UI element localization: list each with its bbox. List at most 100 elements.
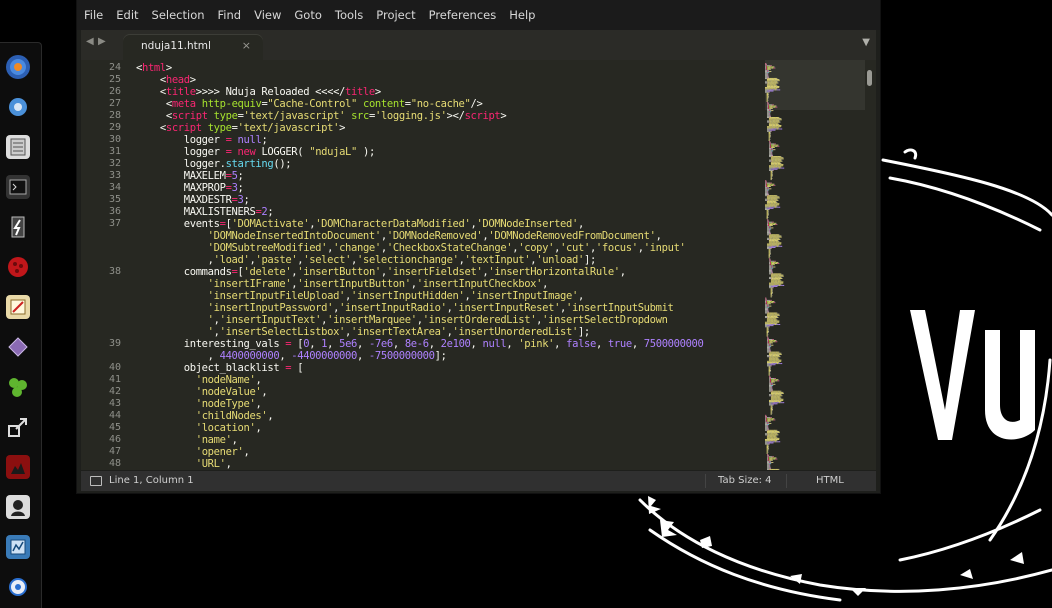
- code-line[interactable]: 'DOMNodeInsertedIntoDocument', 'DOMNodeRe…: [136, 230, 756, 242]
- minimap-viewport[interactable]: [765, 60, 865, 110]
- tab-nduja11-html[interactable]: nduja11.html ×: [123, 34, 263, 60]
- menu-project[interactable]: Project: [376, 8, 415, 22]
- code-line[interactable]: , 4400000000, -4400000000, -7500000000];: [136, 350, 756, 362]
- minimap[interactable]: [765, 60, 865, 470]
- molecule-icon[interactable]: [6, 375, 30, 399]
- code-line[interactable]: MAXPROP=3;: [136, 182, 756, 194]
- code-line[interactable]: object_blacklist = [: [136, 362, 756, 374]
- code-line[interactable]: <title>>>> Nduja Reloaded <<<</title>: [136, 86, 756, 98]
- terminal-icon[interactable]: [6, 175, 30, 199]
- browser-icon[interactable]: [6, 55, 30, 79]
- chart-app-icon[interactable]: [6, 535, 30, 559]
- code-token: 'insertOrderedList': [422, 314, 537, 326]
- bug-icon[interactable]: [6, 255, 30, 279]
- code-line[interactable]: 'insertInputFileUpload','insertInputHidd…: [136, 290, 756, 302]
- menu-goto[interactable]: Goto: [294, 8, 322, 22]
- tab-close-icon[interactable]: ×: [242, 39, 251, 52]
- code-line[interactable]: 'nodeValue',: [136, 386, 756, 398]
- minimap-mark: [775, 363, 776, 365]
- code-line[interactable]: 'nodeType',: [136, 398, 756, 410]
- menu-preferences[interactable]: Preferences: [429, 8, 497, 22]
- menu-view[interactable]: View: [254, 8, 281, 22]
- tab-overflow-menu-icon[interactable]: ▼: [862, 37, 870, 48]
- code-line[interactable]: 'insertIFrame','insertInputButton','inse…: [136, 278, 756, 290]
- code-line[interactable]: ','insertSelectListbox','insertTextArea'…: [136, 326, 756, 338]
- minimap-mark: [767, 217, 769, 218]
- vertical-scrollbar[interactable]: [867, 70, 872, 86]
- minimap-mark: [776, 437, 780, 439]
- code-line[interactable]: ','insertInputText','insertMarquee','ins…: [136, 314, 756, 326]
- code-token: 'DOMNodeInsertedIntoDocument': [207, 230, 382, 242]
- blue-circle-icon[interactable]: [6, 575, 30, 599]
- avatar-icon[interactable]: [6, 495, 30, 519]
- minimap-mark: [777, 397, 781, 399]
- minimap-mark: [775, 125, 779, 126]
- screenshot-icon[interactable]: [6, 415, 30, 439]
- minimap-mark: [765, 321, 768, 323]
- code-line[interactable]: commands=['delete','insertButton','inser…: [136, 266, 756, 278]
- minimap-mark: [776, 106, 778, 108]
- minimap-mark: [774, 82, 778, 84]
- menu-help[interactable]: Help: [509, 8, 535, 22]
- code-line[interactable]: <html>: [136, 62, 756, 74]
- code-line[interactable]: <head>: [136, 74, 756, 86]
- menu-tools[interactable]: Tools: [335, 8, 363, 22]
- code-line[interactable]: 'name',: [136, 434, 756, 446]
- code-editor[interactable]: 24 25 26 27 28 29 30 31 32 33 34 35 36 37 38 39 40 41 42 43…: [81, 60, 876, 470]
- files-icon[interactable]: [6, 135, 30, 159]
- code-line[interactable]: <script type='text/javascript'>: [136, 122, 756, 134]
- minimap-mark: [771, 121, 774, 123]
- code-line[interactable]: 'childNodes',: [136, 410, 756, 422]
- syntax-selector[interactable]: HTML: [816, 475, 844, 486]
- minimap-mark: [769, 462, 771, 463]
- code-line[interactable]: 'DOMSubtreeModified','change','CheckboxS…: [136, 242, 756, 254]
- code-line[interactable]: interesting_vals = [0, 1, 5e6, -7e6, 8e-…: [136, 338, 756, 350]
- code-line[interactable]: events=['DOMActivate','DOMCharacterDataM…: [136, 218, 756, 230]
- package-icon[interactable]: [6, 335, 30, 359]
- minimap-mark: [776, 402, 777, 404]
- code-line[interactable]: logger.starting();: [136, 158, 756, 170]
- chrome-icon[interactable]: [6, 95, 30, 119]
- minimap-mark: [766, 97, 769, 99]
- code-line[interactable]: ,'load','paste','select','selectionchang…: [136, 254, 756, 266]
- menu-selection[interactable]: Selection: [152, 8, 205, 22]
- code-line[interactable]: logger = null;: [136, 134, 756, 146]
- tab-forward-arrow-icon[interactable]: ▶: [98, 36, 106, 47]
- code-line[interactable]: MAXDESTR=3;: [136, 194, 756, 206]
- minimap-mark: [767, 440, 771, 442]
- minimap-mark: [767, 419, 768, 421]
- minimap-mark: [772, 321, 776, 323]
- menu-edit[interactable]: Edit: [116, 8, 138, 22]
- minimap-mark: [766, 84, 771, 86]
- code-line[interactable]: <script type='text/javascript' src='logg…: [136, 110, 756, 122]
- code-line[interactable]: <meta http-equiv="Cache-Control" content…: [136, 98, 756, 110]
- code-token: ,: [655, 230, 662, 242]
- code-line[interactable]: 'nodeName',: [136, 374, 756, 386]
- application-dock: [0, 42, 42, 608]
- menu-file[interactable]: File: [84, 8, 103, 22]
- tab-back-arrow-icon[interactable]: ◀: [86, 36, 94, 47]
- app-icon[interactable]: [6, 215, 30, 239]
- code-line[interactable]: MAXELEM=5;: [136, 170, 756, 182]
- minimap-mark: [767, 226, 770, 228]
- image-icon[interactable]: [6, 455, 30, 479]
- code-line[interactable]: 'opener',: [136, 446, 756, 458]
- panel-toggle-icon[interactable]: [90, 476, 102, 486]
- tab-size-selector[interactable]: Tab Size: 4: [718, 475, 772, 486]
- code-token: 'DOMNodeRemoved': [386, 230, 483, 242]
- code-area[interactable]: <html> <head> <title>>>> Nduja Reloaded …: [136, 62, 756, 470]
- minimap-mark: [765, 421, 768, 423]
- minimap-mark: [768, 340, 771, 342]
- text-editor-icon[interactable]: [6, 295, 30, 319]
- minimap-mark: [774, 240, 778, 241]
- code-line[interactable]: 'location',: [136, 422, 756, 434]
- code-line[interactable]: 'URL',: [136, 458, 756, 470]
- menu-find[interactable]: Find: [218, 8, 242, 22]
- code-line[interactable]: logger = new LOGGER( "ndujaL" );: [136, 146, 756, 158]
- minimap-mark: [770, 319, 774, 321]
- minimap-mark: [779, 121, 781, 123]
- code-line[interactable]: MAXLISTENERS=2;: [136, 206, 756, 218]
- code-token: 'insertButton': [297, 266, 381, 278]
- code-line[interactable]: 'insertInputPassword','insertInputRadio'…: [136, 302, 756, 314]
- minimap-mark: [767, 456, 768, 458]
